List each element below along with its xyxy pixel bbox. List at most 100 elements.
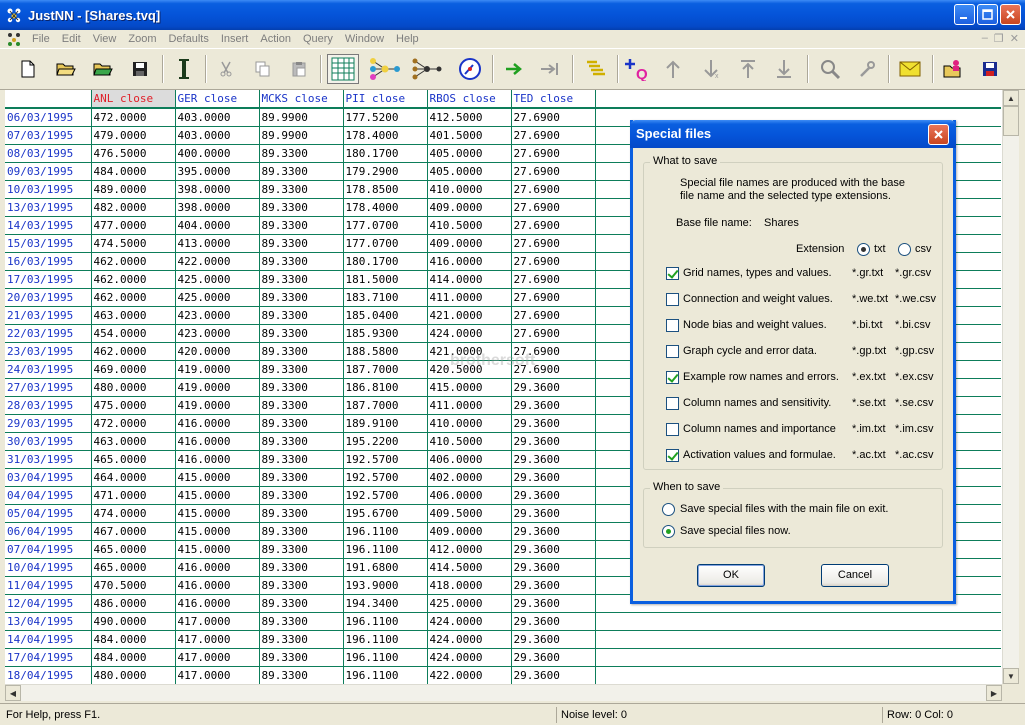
value-cell[interactable]: 196.1100 [343, 612, 428, 631]
row-date-cell[interactable]: 27/03/1995 [5, 378, 92, 397]
menu-action[interactable]: Action [254, 33, 297, 45]
value-cell[interactable]: 411.0000 [427, 288, 512, 307]
grid-corner[interactable] [5, 90, 92, 109]
menu-help[interactable]: Help [390, 33, 425, 45]
value-cell[interactable]: 185.9300 [343, 324, 428, 343]
mdi-close-icon[interactable]: ✕ [1010, 32, 1019, 45]
paste-button[interactable] [285, 54, 313, 84]
value-cell[interactable]: 414.0000 [427, 270, 512, 289]
row-date-cell[interactable]: 17/04/1995 [5, 648, 92, 667]
value-cell[interactable]: 403.0000 [175, 126, 260, 145]
value-cell[interactable]: 29.3600 [511, 576, 596, 595]
scroll-down-icon[interactable]: ▼ [1003, 668, 1019, 684]
value-cell[interactable]: 89.3300 [259, 396, 344, 415]
learn-button[interactable] [500, 54, 528, 84]
value-cell[interactable]: 463.0000 [91, 306, 176, 325]
save-on-exit-radio[interactable] [662, 503, 675, 516]
value-cell[interactable]: 29.3600 [511, 378, 596, 397]
file-type-checkbox[interactable] [666, 449, 679, 462]
sort-button[interactable] [582, 54, 610, 84]
value-cell[interactable]: 476.5000 [91, 144, 176, 163]
menu-defaults[interactable]: Defaults [162, 33, 214, 45]
value-cell[interactable]: 196.1100 [343, 648, 428, 667]
file-type-checkbox[interactable] [666, 397, 679, 410]
value-cell[interactable]: 89.3300 [259, 504, 344, 523]
row-date-cell[interactable]: 28/03/1995 [5, 396, 92, 415]
value-cell[interactable]: 484.0000 [91, 162, 176, 181]
value-cell[interactable]: 472.0000 [91, 108, 176, 127]
value-cell[interactable]: 191.6800 [343, 558, 428, 577]
value-cell[interactable]: 29.3600 [511, 396, 596, 415]
value-cell[interactable]: 416.0000 [175, 594, 260, 613]
value-cell[interactable]: 89.3300 [259, 342, 344, 361]
value-cell[interactable]: 416.0000 [175, 414, 260, 433]
file-type-checkbox[interactable] [666, 267, 679, 280]
save-special-button[interactable] [976, 54, 1004, 84]
value-cell[interactable]: 404.0000 [175, 216, 260, 235]
row-date-cell[interactable]: 13/03/1995 [5, 198, 92, 217]
value-cell[interactable]: 409.0000 [427, 234, 512, 253]
value-cell[interactable]: 419.0000 [175, 396, 260, 415]
value-cell[interactable]: 89.3300 [259, 216, 344, 235]
value-cell[interactable]: 180.1700 [343, 144, 428, 163]
value-cell[interactable]: 29.3600 [511, 540, 596, 559]
value-cell[interactable]: 27.6900 [511, 108, 596, 127]
value-cell[interactable]: 89.3300 [259, 450, 344, 469]
move-bottom-button[interactable] [771, 54, 799, 84]
value-cell[interactable]: 405.0000 [427, 144, 512, 163]
value-cell[interactable]: 177.0700 [343, 216, 428, 235]
row-date-cell[interactable]: 14/03/1995 [5, 216, 92, 235]
value-cell[interactable]: 417.0000 [175, 630, 260, 649]
value-cell[interactable]: 418.0000 [427, 576, 512, 595]
value-cell[interactable]: 402.0000 [427, 468, 512, 487]
scroll-left-icon[interactable]: ◀ [5, 685, 21, 701]
value-cell[interactable]: 89.3300 [259, 360, 344, 379]
value-cell[interactable]: 420.0000 [175, 342, 260, 361]
value-cell[interactable]: 412.0000 [427, 540, 512, 559]
value-cell[interactable]: 464.0000 [91, 468, 176, 487]
mdi-restore-icon[interactable]: ❐ [994, 32, 1004, 45]
row-date-cell[interactable]: 21/03/1995 [5, 306, 92, 325]
row-date-cell[interactable]: 15/03/1995 [5, 234, 92, 253]
value-cell[interactable]: 89.3300 [259, 630, 344, 649]
value-cell[interactable]: 415.0000 [427, 378, 512, 397]
file-type-checkbox[interactable] [666, 293, 679, 306]
value-cell[interactable]: 409.0000 [427, 198, 512, 217]
value-cell[interactable]: 187.7000 [343, 396, 428, 415]
row-date-cell[interactable]: 22/03/1995 [5, 324, 92, 343]
network-mono-button[interactable] [410, 54, 444, 84]
value-cell[interactable]: 177.0700 [343, 234, 428, 253]
value-cell[interactable]: 177.5200 [343, 108, 428, 127]
value-cell[interactable]: 409.5000 [427, 504, 512, 523]
value-cell[interactable]: 89.3300 [259, 414, 344, 433]
value-cell[interactable]: 89.3300 [259, 432, 344, 451]
value-cell[interactable]: 425.0000 [175, 270, 260, 289]
value-cell[interactable]: 462.0000 [91, 342, 176, 361]
value-cell[interactable]: 27.6900 [511, 198, 596, 217]
value-cell[interactable]: 403.0000 [175, 108, 260, 127]
menu-edit[interactable]: Edit [56, 33, 87, 45]
scroll-right-icon[interactable]: ▶ [986, 685, 1002, 701]
value-cell[interactable]: 89.3300 [259, 540, 344, 559]
value-cell[interactable]: 196.1100 [343, 666, 428, 684]
row-date-cell[interactable]: 06/04/1995 [5, 522, 92, 541]
value-cell[interactable]: 29.3600 [511, 486, 596, 505]
value-cell[interactable]: 462.0000 [91, 288, 176, 307]
value-cell[interactable]: 405.0000 [427, 162, 512, 181]
value-cell[interactable]: 89.3300 [259, 486, 344, 505]
value-cell[interactable]: 29.3600 [511, 414, 596, 433]
tools-button[interactable] [853, 54, 881, 84]
maximize-button[interactable] [977, 4, 998, 25]
value-cell[interactable]: 196.1100 [343, 522, 428, 541]
value-cell[interactable]: 193.9000 [343, 576, 428, 595]
value-cell[interactable]: 27.6900 [511, 270, 596, 289]
row-date-cell[interactable]: 31/03/1995 [5, 450, 92, 469]
value-cell[interactable]: 470.5000 [91, 576, 176, 595]
value-cell[interactable]: 415.0000 [175, 540, 260, 559]
value-cell[interactable]: 398.0000 [175, 180, 260, 199]
value-cell[interactable]: 29.3600 [511, 468, 596, 487]
row-date-cell[interactable]: 08/03/1995 [5, 144, 92, 163]
value-cell[interactable]: 474.5000 [91, 234, 176, 253]
value-cell[interactable]: 89.3300 [259, 270, 344, 289]
value-cell[interactable]: 486.0000 [91, 594, 176, 613]
